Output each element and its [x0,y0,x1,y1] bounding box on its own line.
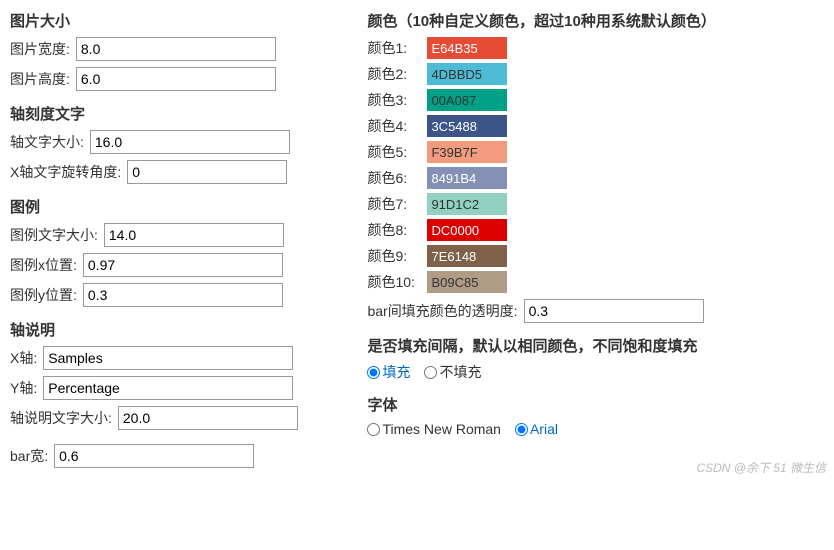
font-title: 字体 [367,394,824,415]
tnr-option-item[interactable]: Times New Roman [367,421,501,437]
color-row: 颜色1: E64B35 [367,37,824,59]
image-width-label: 图片宽度: [10,39,70,59]
color-row: 颜色9: 7E6148 [367,245,824,267]
color-swatch[interactable]: 4DBBD5 [427,63,507,85]
color-label: 颜色9: [367,246,421,266]
nofill-option-label: 不填充 [439,362,481,382]
color-row: 颜色10: B09C85 [367,271,824,293]
axis-label-font-size-label: 轴说明文字大小: [10,408,112,428]
color-label: 颜色2: [367,64,421,84]
legend-x-pos-label: 图例x位置: [10,255,77,275]
axis-font-size-input[interactable] [90,130,290,154]
color-swatch[interactable]: 91D1C2 [427,193,507,215]
fill-title: 是否填充间隔，默认以相同颜色，不同饱和度填充 [367,335,824,356]
legend-y-pos-label: 图例y位置: [10,285,77,305]
image-width-input[interactable] [76,37,276,61]
colors-title: 颜色（10种自定义颜色，超过10种用系统默认颜色） [367,10,824,31]
color-row: 颜色8: DC0000 [367,219,824,241]
y-axis-input[interactable] [43,376,293,400]
axis-font-size-label: 轴文字大小: [10,132,84,152]
x-rotation-label: X轴文字旋转角度: [10,162,121,182]
tnr-option-label: Times New Roman [382,421,501,437]
color-swatch[interactable]: F39B7F [427,141,507,163]
axis-ticks-title: 轴刻度文字 [10,103,347,124]
color-swatch[interactable]: 7E6148 [427,245,507,267]
color-swatch[interactable]: B09C85 [427,271,507,293]
fill-option-label: 填充 [382,362,410,382]
legend-title: 图例 [10,196,347,217]
legend-font-size-label: 图例文字大小: [10,225,98,245]
fill-radio[interactable] [367,366,380,379]
color-swatch[interactable]: 8491B4 [427,167,507,189]
color-swatch[interactable]: DC0000 [427,219,507,241]
color-label: 颜色4: [367,116,421,136]
color-label: 颜色10: [367,272,421,292]
legend-font-size-input[interactable] [104,223,284,247]
color-row: 颜色7: 91D1C2 [367,193,824,215]
color-swatch[interactable]: 00A087 [427,89,507,111]
axis-labels-title: 轴说明 [10,319,347,340]
bar-width-input[interactable] [54,444,254,468]
bar-width-label: bar宽: [10,446,48,466]
alpha-label: bar间填充颜色的透明度: [367,301,517,321]
nofill-option-item[interactable]: 不填充 [424,362,481,382]
legend-y-pos-input[interactable] [83,283,283,307]
tnr-radio[interactable] [367,423,380,436]
color-swatch[interactable]: 3C5488 [427,115,507,137]
color-row: 颜色5: F39B7F [367,141,824,163]
image-height-input[interactable] [76,67,276,91]
color-row: 颜色4: 3C5488 [367,115,824,137]
nofill-radio[interactable] [424,366,437,379]
fill-option-item[interactable]: 填充 [367,362,410,382]
x-axis-input[interactable] [43,346,293,370]
alpha-input[interactable] [524,299,704,323]
arial-option-item[interactable]: Arial [515,421,558,437]
color-row: 颜色3: 00A087 [367,89,824,111]
color-label: 颜色6: [367,168,421,188]
color-label: 颜色3: [367,90,421,110]
color-label: 颜色1: [367,38,421,58]
x-rotation-input[interactable] [127,160,287,184]
color-row: 颜色6: 8491B4 [367,167,824,189]
arial-option-label: Arial [530,421,558,437]
arial-radio[interactable] [515,423,528,436]
color-label: 颜色8: [367,220,421,240]
y-axis-label: Y轴: [10,378,37,398]
color-swatch[interactable]: E64B35 [427,37,507,59]
x-axis-label: X轴: [10,348,37,368]
legend-x-pos-input[interactable] [83,253,283,277]
axis-label-font-size-input[interactable] [118,406,298,430]
color-label: 颜色5: [367,142,421,162]
image-height-label: 图片高度: [10,69,70,89]
color-row: 颜色2: 4DBBD5 [367,63,824,85]
color-label: 颜色7: [367,194,421,214]
image-size-title: 图片大小 [10,10,347,31]
